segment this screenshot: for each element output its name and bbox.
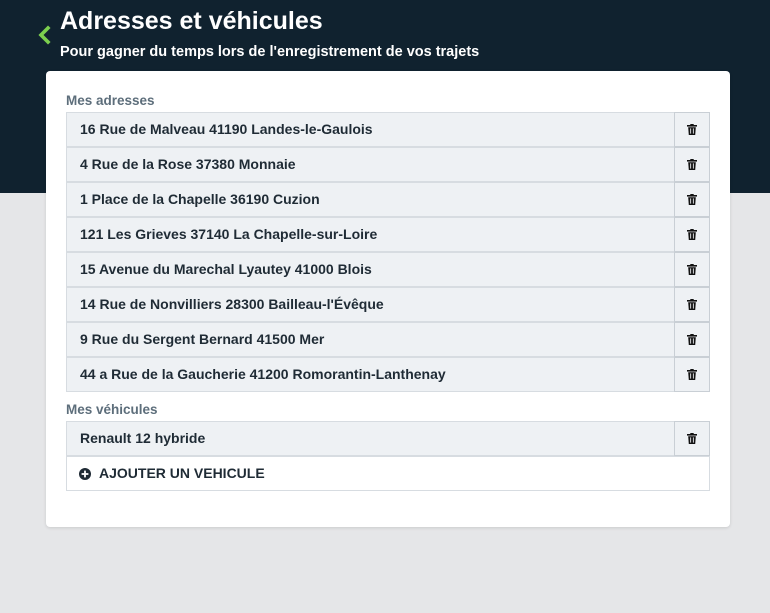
address-text[interactable]: 14 Rue de Nonvilliers 28300 Bailleau-l'É…	[66, 287, 674, 322]
chevron-left-icon	[38, 25, 51, 45]
address-row: 44 a Rue de la Gaucherie 41200 Romoranti…	[66, 357, 710, 392]
address-text[interactable]: 4 Rue de la Rose 37380 Monnaie	[66, 147, 674, 182]
addresses-section-label: Mes adresses	[66, 93, 155, 108]
delete-address-button[interactable]	[674, 112, 710, 147]
delete-address-button[interactable]	[674, 182, 710, 217]
trash-icon	[687, 369, 697, 380]
trash-icon	[687, 433, 697, 444]
delete-address-button[interactable]	[674, 322, 710, 357]
address-row: 1 Place de la Chapelle 36190 Cuzion	[66, 182, 710, 217]
delete-address-button[interactable]	[674, 287, 710, 322]
address-row: 9 Rue du Sergent Bernard 41500 Mer	[66, 322, 710, 357]
add-vehicle-button[interactable]: AJOUTER UN VEHICULE	[66, 456, 710, 491]
trash-icon	[687, 229, 697, 240]
address-text[interactable]: 121 Les Grieves 37140 La Chapelle-sur-Lo…	[66, 217, 674, 252]
address-row: 15 Avenue du Marechal Lyautey 41000 Bloi…	[66, 252, 710, 287]
address-row: 14 Rue de Nonvilliers 28300 Bailleau-l'É…	[66, 287, 710, 322]
address-text[interactable]: 16 Rue de Malveau 41190 Landes-le-Gauloi…	[66, 112, 674, 147]
trash-icon	[687, 124, 697, 135]
trash-icon	[687, 194, 697, 205]
page-subtitle: Pour gagner du temps lors de l'enregistr…	[60, 44, 480, 60]
back-button[interactable]	[36, 24, 56, 46]
delete-address-button[interactable]	[674, 217, 710, 252]
address-text[interactable]: 1 Place de la Chapelle 36190 Cuzion	[66, 182, 674, 217]
page-title: Adresses et véhicules	[60, 7, 323, 35]
address-text[interactable]: 15 Avenue du Marechal Lyautey 41000 Bloi…	[66, 252, 674, 287]
vehicles-section-label: Mes véhicules	[66, 402, 158, 417]
trash-icon	[687, 299, 697, 310]
delete-address-button[interactable]	[674, 357, 710, 392]
settings-card: Mes adresses 16 Rue de Malveau 41190 Lan…	[46, 71, 730, 527]
address-text[interactable]: 44 a Rue de la Gaucherie 41200 Romoranti…	[66, 357, 674, 392]
address-text[interactable]: 9 Rue du Sergent Bernard 41500 Mer	[66, 322, 674, 357]
delete-address-button[interactable]	[674, 147, 710, 182]
address-row: 16 Rue de Malveau 41190 Landes-le-Gauloi…	[66, 112, 710, 147]
trash-icon	[687, 159, 697, 170]
vehicle-text[interactable]: Renault 12 hybride	[66, 421, 674, 456]
vehicle-row: Renault 12 hybride	[66, 421, 710, 456]
delete-vehicle-button[interactable]	[674, 421, 710, 456]
delete-address-button[interactable]	[674, 252, 710, 287]
address-row: 4 Rue de la Rose 37380 Monnaie	[66, 147, 710, 182]
trash-icon	[687, 264, 697, 275]
plus-circle-icon	[79, 468, 91, 480]
address-row: 121 Les Grieves 37140 La Chapelle-sur-Lo…	[66, 217, 710, 252]
add-vehicle-label: AJOUTER UN VEHICULE	[99, 465, 265, 481]
trash-icon	[687, 334, 697, 345]
